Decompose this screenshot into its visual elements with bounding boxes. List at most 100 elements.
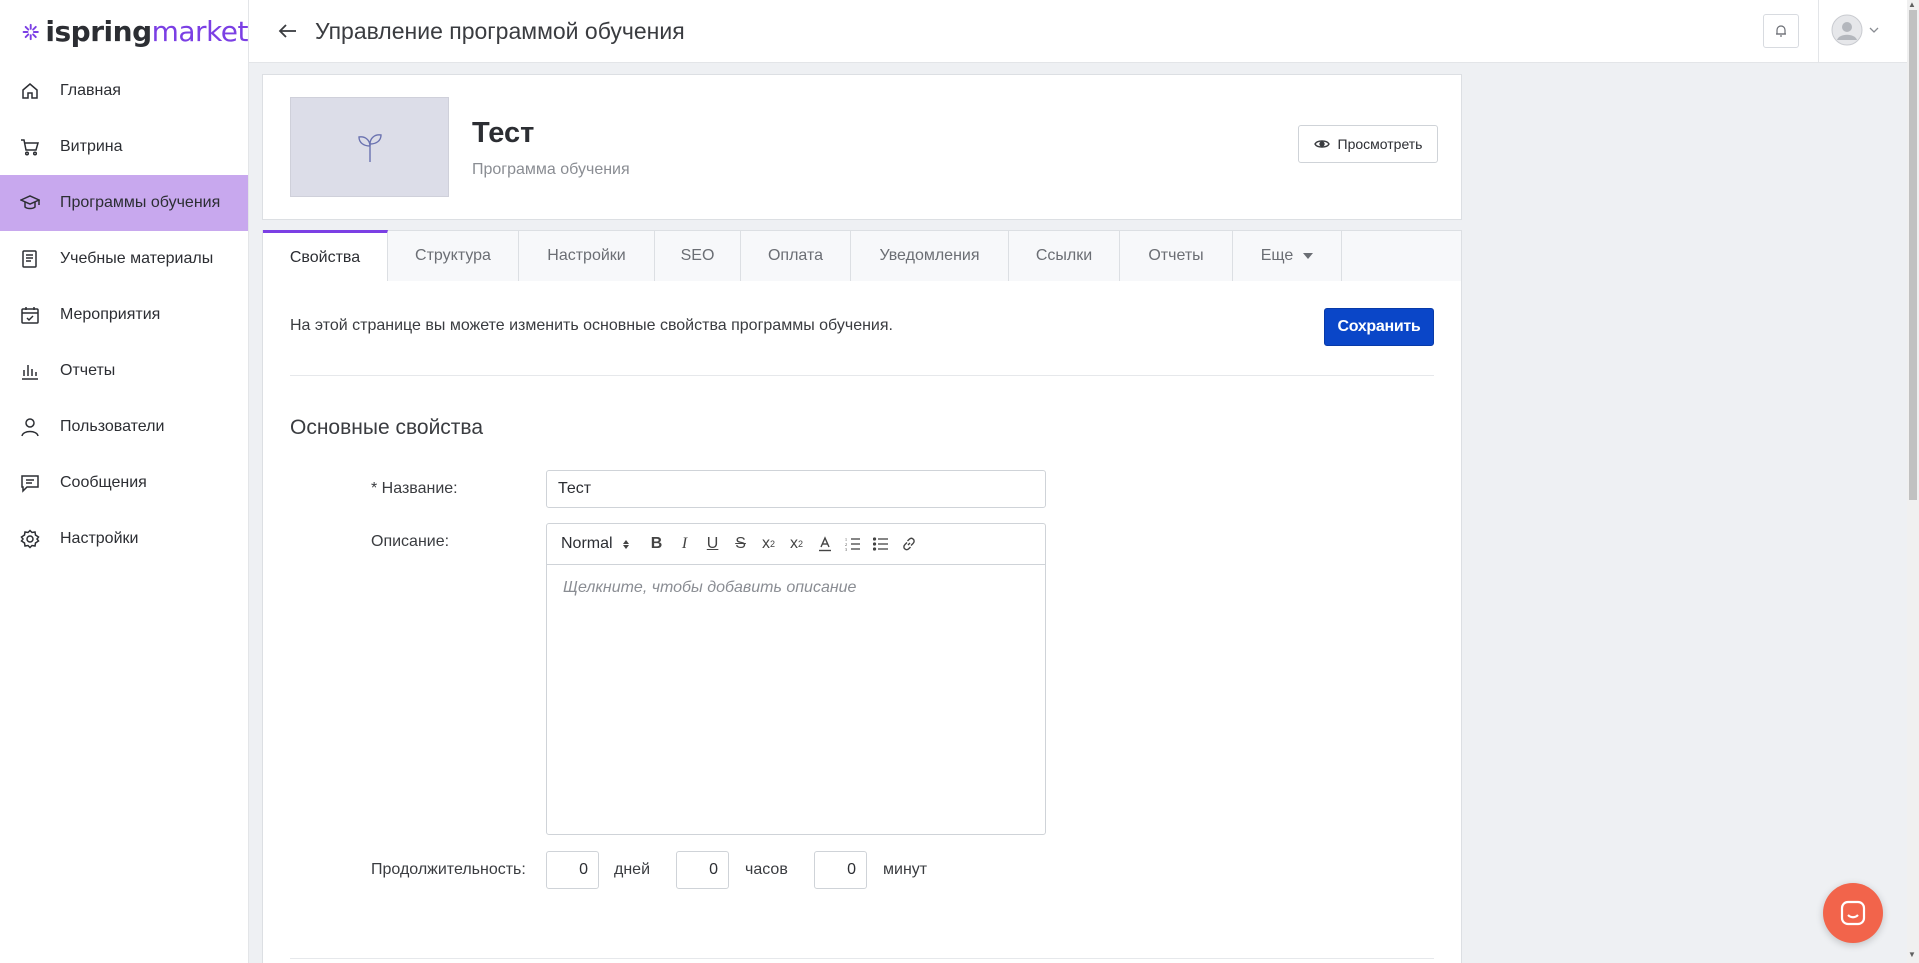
format-select-value: Normal <box>561 535 613 552</box>
subscript-icon[interactable]: x2 <box>755 530 783 558</box>
tab-notifications[interactable]: Уведомления <box>851 231 1009 281</box>
sidebar-item-materials[interactable]: Учебные материалы <box>0 231 248 287</box>
program-thumbnail[interactable] <box>290 97 449 197</box>
tab-more[interactable]: Еще <box>1233 231 1342 281</box>
notifications-button[interactable] <box>1763 14 1799 48</box>
program-header-card: Тест Программа обучения Просмотреть <box>262 74 1462 220</box>
sidebar-item-label: Главная <box>60 82 121 99</box>
cart-icon <box>21 139 39 156</box>
duration-minutes-input[interactable] <box>814 851 867 889</box>
properties-panel: На этой странице вы можете изменить осно… <box>262 281 1462 963</box>
text-color-icon[interactable] <box>811 530 839 558</box>
user-menu[interactable] <box>1831 14 1879 46</box>
duration-label: Продолжительность: <box>371 861 526 878</box>
eye-icon <box>1313 140 1330 148</box>
user-icon <box>21 418 39 437</box>
bar-chart-icon <box>22 365 38 380</box>
program-title: Тест <box>472 117 535 149</box>
caret-down-icon <box>1303 253 1314 259</box>
description-textarea[interactable]: Щелкните, чтобы добавить описание <box>547 565 1045 611</box>
tab-label: Свойства <box>289 249 361 266</box>
back-arrow-icon[interactable] <box>277 20 299 42</box>
hours-unit: часов <box>745 861 788 878</box>
sidebar-nav: Главная Витрина Программы обучения Учебн… <box>0 63 248 567</box>
page-scrollbar[interactable]: ▲ ▼ <box>1907 0 1919 963</box>
scroll-up-icon[interactable]: ▲ <box>1908 0 1916 9</box>
avatar <box>1831 14 1863 46</box>
duration-hours-input[interactable] <box>676 851 729 889</box>
sidebar-item-label: Витрина <box>60 138 123 155</box>
info-text: На этой странице вы можете изменить осно… <box>290 317 893 334</box>
tab-settings[interactable]: Настройки <box>519 231 655 281</box>
minutes-unit: минут <box>883 861 928 878</box>
description-editor: Normal B I U S x2 x2 123 Щелкните, чтобы… <box>546 523 1046 835</box>
sidebar-item-label: Учебные материалы <box>60 250 214 267</box>
logo-text: ispringmarket <box>45 15 248 48</box>
tab-links[interactable]: Ссылки <box>1009 231 1120 281</box>
superscript-icon[interactable]: x2 <box>783 530 811 558</box>
tab-label: Еще <box>1260 247 1294 264</box>
tabs-bar: Свойства Структура Настройки SEO Оплата … <box>262 230 1462 283</box>
sidebar-item-settings[interactable]: Настройки <box>0 511 248 567</box>
tab-structure[interactable]: Структура <box>388 231 519 281</box>
tab-label: Оплата <box>767 247 824 264</box>
save-button[interactable]: Сохранить <box>1324 308 1434 346</box>
sidebar: ispringmarket Главная Витрина Программы … <box>0 0 249 963</box>
ordered-list-icon[interactable]: 123 <box>839 530 867 558</box>
header-divider <box>1818 0 1819 63</box>
tab-seo[interactable]: SEO <box>655 231 741 281</box>
top-header: Управление программой обучения <box>249 0 1907 63</box>
scroll-thumb[interactable] <box>1909 10 1917 500</box>
tab-label: Настройки <box>547 247 626 264</box>
strikethrough-icon[interactable]: S <box>727 530 755 558</box>
gear-icon <box>20 529 40 549</box>
view-button[interactable]: Просмотреть <box>1298 125 1438 163</box>
duration-days-input[interactable] <box>546 851 599 889</box>
page-title: Управление программой обучения <box>315 17 685 44</box>
tab-label: SEO <box>680 247 715 264</box>
sidebar-item-label: Отчеты <box>60 362 116 379</box>
bell-icon <box>1776 25 1786 37</box>
tab-label: Отчеты <box>1148 247 1204 264</box>
tab-payment[interactable]: Оплата <box>741 231 851 281</box>
svg-text:3: 3 <box>845 547 847 551</box>
tab-label: Структура <box>415 247 491 264</box>
tab-label: Уведомления <box>879 247 980 264</box>
view-button-label: Просмотреть <box>1337 136 1423 152</box>
message-icon <box>21 475 39 493</box>
bold-icon[interactable]: B <box>643 530 671 558</box>
tab-reports[interactable]: Отчеты <box>1120 231 1233 281</box>
bullet-list-icon[interactable] <box>867 530 895 558</box>
scroll-down-icon[interactable]: ▼ <box>1908 950 1916 959</box>
sidebar-item-users[interactable]: Пользователи <box>0 399 248 455</box>
link-icon[interactable] <box>895 530 923 558</box>
italic-icon[interactable]: I <box>671 530 699 558</box>
sidebar-item-programs[interactable]: Программы обучения <box>0 175 248 231</box>
sidebar-item-label: Пользователи <box>60 418 165 435</box>
name-input[interactable] <box>546 470 1046 508</box>
chevron-down-icon <box>1869 27 1879 33</box>
book-icon <box>22 250 37 268</box>
program-subtitle: Программа обучения <box>472 161 630 178</box>
sidebar-item-showcase[interactable]: Витрина <box>0 119 248 175</box>
sidebar-item-messages[interactable]: Сообщения <box>0 455 248 511</box>
editor-toolbar: Normal B I U S x2 x2 123 <box>547 524 1045 565</box>
sidebar-item-label: Программы обучения <box>60 194 221 211</box>
select-arrows-icon <box>622 539 629 549</box>
sidebar-item-reports[interactable]: Отчеты <box>0 343 248 399</box>
sidebar-item-label: Сообщения <box>60 474 147 491</box>
chat-icon <box>1840 900 1866 926</box>
sidebar-item-label: Настройки <box>60 530 139 547</box>
tab-properties[interactable]: Свойства <box>263 230 388 283</box>
calendar-check-icon <box>21 307 39 324</box>
underline-icon[interactable]: U <box>699 530 727 558</box>
sidebar-item-label: Мероприятия <box>60 306 161 323</box>
sidebar-item-home[interactable]: Главная <box>0 63 248 119</box>
chat-widget-button[interactable] <box>1823 883 1883 943</box>
days-unit: дней <box>614 861 651 878</box>
sidebar-item-events[interactable]: Мероприятия <box>0 287 248 343</box>
logo[interactable]: ispringmarket <box>0 0 249 63</box>
ispring-logo-icon <box>22 23 39 40</box>
format-select[interactable]: Normal <box>561 535 629 553</box>
sprout-icon <box>357 134 382 162</box>
